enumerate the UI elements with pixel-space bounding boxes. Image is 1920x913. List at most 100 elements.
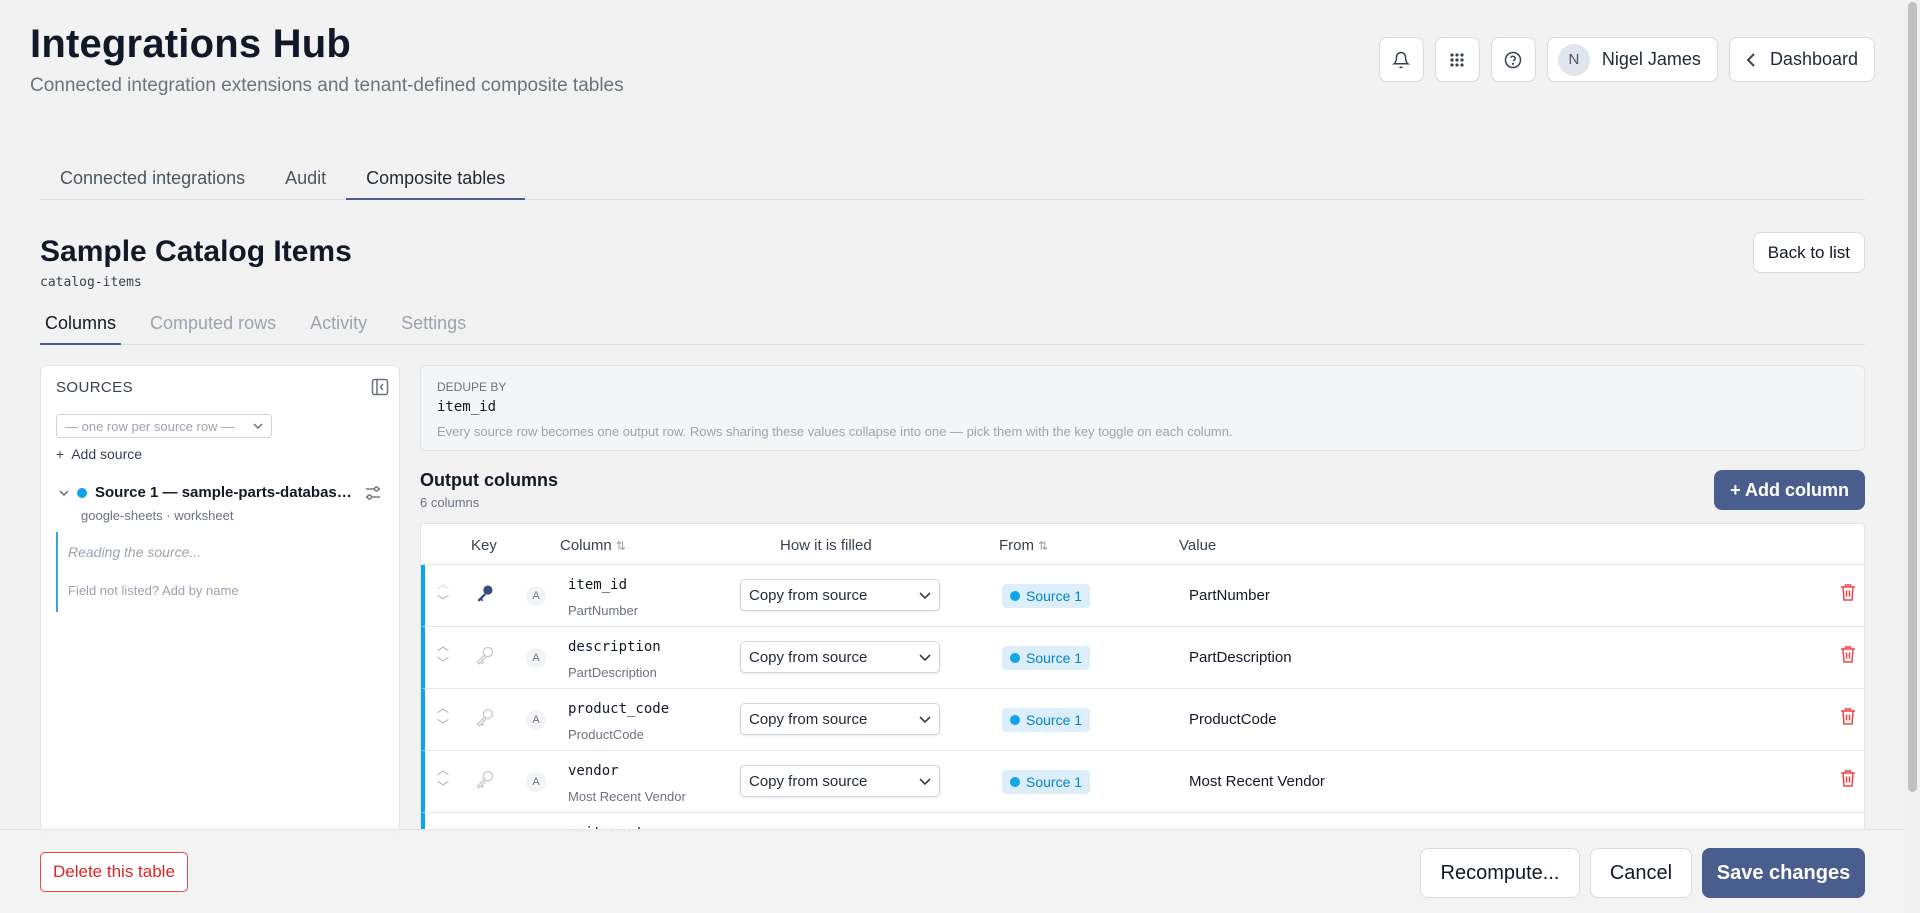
from-source-chip[interactable]: Source 1 — [1002, 770, 1091, 794]
row-mode-select[interactable]: — one row per source row — — [56, 414, 272, 438]
cancel-button[interactable]: Cancel — [1590, 848, 1692, 898]
source-color-dot — [1010, 715, 1020, 725]
add-column-button[interactable]: + Add column — [1714, 470, 1865, 510]
delete-column-button[interactable] — [1840, 583, 1856, 606]
fill-method-value: Copy from source — [749, 586, 868, 604]
trash-icon — [1841, 770, 1855, 787]
column-value[interactable]: PartNumber — [1189, 587, 1270, 604]
type-badge[interactable]: A — [526, 710, 546, 730]
bell-icon — [1392, 51, 1411, 68]
dedupe-box: DEDUPE BY item_id Every source row becom… — [420, 365, 1865, 451]
key-toggle[interactable] — [475, 769, 495, 789]
chevron-down-icon[interactable]: ﹀ — [437, 779, 449, 796]
column-name[interactable]: vendor — [568, 763, 619, 779]
add-source-button[interactable]: + Add source — [56, 446, 142, 462]
from-source-label: Source 1 — [1026, 588, 1083, 604]
type-badge[interactable]: A — [526, 648, 546, 668]
source-item[interactable]: Source 1 — sample-parts-database · works… — [59, 484, 389, 501]
table-row: ︿ ﹀ A product_code ProductCode Copy from… — [421, 689, 1864, 751]
reorder-arrows[interactable]: ︿ ﹀ — [437, 638, 449, 672]
chevron-down-icon[interactable]: ﹀ — [437, 655, 449, 672]
column-name[interactable]: item_id — [568, 577, 627, 593]
chevron-down-icon[interactable]: ﹀ — [437, 717, 449, 734]
fill-method-select[interactable]: Copy from source — [740, 579, 940, 611]
app-title: Integrations Hub — [30, 22, 351, 66]
column-name[interactable]: description — [568, 639, 661, 655]
source-color-dot — [77, 487, 87, 498]
output-columns-count: 6 columns — [420, 495, 480, 510]
fill-method-select[interactable]: Copy from source — [740, 703, 940, 735]
dedupe-help: Every source row becomes one output row.… — [437, 424, 1233, 439]
source-fields-bar — [56, 532, 58, 612]
type-badge[interactable]: A — [526, 586, 546, 606]
chevron-down-icon — [253, 423, 263, 429]
tab-composite-tables[interactable]: Composite tables — [346, 158, 526, 200]
chevron-down-icon[interactable] — [59, 489, 69, 496]
help-icon — [1505, 51, 1522, 68]
chevron-up-icon[interactable]: ︿ — [437, 576, 449, 593]
trash-icon — [1841, 646, 1855, 663]
notifications-button[interactable] — [1378, 37, 1424, 82]
chevron-up-icon[interactable]: ︿ — [437, 762, 449, 779]
from-source-chip[interactable]: Source 1 — [1002, 584, 1091, 608]
reorder-arrows[interactable]: ︿ ﹀ — [437, 762, 449, 796]
key-icon — [476, 708, 494, 727]
footer-action-bar: Delete this table Recompute... Cancel Sa… — [0, 829, 1905, 913]
column-name[interactable]: product_code — [568, 701, 669, 717]
sort-icon: ⇅ — [615, 539, 626, 553]
fill-method-select[interactable]: Copy from source — [740, 641, 940, 673]
collapse-panel-icon[interactable] — [371, 378, 389, 401]
from-source-chip[interactable]: Source 1 — [1002, 646, 1091, 670]
grid-icon — [1450, 52, 1464, 67]
column-value[interactable]: Most Recent Vendor — [1189, 773, 1325, 790]
delete-column-button[interactable] — [1840, 769, 1856, 792]
chevron-up-icon[interactable]: ︿ — [437, 638, 449, 655]
header-from[interactable]: From ⇅ — [999, 537, 1048, 554]
chevron-down-icon — [919, 653, 931, 661]
tab-activity[interactable]: Activity — [305, 310, 372, 345]
type-badge[interactable]: A — [526, 772, 546, 792]
column-value[interactable]: PartDescription — [1189, 649, 1292, 666]
delete-column-button[interactable] — [1840, 645, 1856, 668]
chevron-up-icon[interactable]: ︿ — [437, 700, 449, 717]
from-source-chip[interactable]: Source 1 — [1002, 708, 1091, 732]
recompute-button[interactable]: Recompute... — [1420, 848, 1580, 898]
header-key: Key — [471, 537, 497, 554]
add-field-by-name-link[interactable]: Field not listed? Add by name — [68, 583, 239, 598]
tab-columns[interactable]: Columns — [40, 310, 122, 345]
delete-column-button[interactable] — [1840, 707, 1856, 730]
delete-table-button[interactable]: Delete this table — [40, 852, 188, 892]
page-scrollbar[interactable] — [1905, 0, 1920, 913]
user-name: Nigel James — [1601, 49, 1701, 69]
tab-audit[interactable]: Audit — [265, 158, 346, 200]
help-button[interactable] — [1490, 37, 1536, 82]
main-tabs: Connected integrations Audit Composite t… — [40, 158, 1865, 200]
back-to-list-button[interactable]: Back to list — [1752, 232, 1865, 273]
sources-title: SOURCES — [56, 379, 133, 396]
fill-method-select[interactable]: Copy from source — [740, 765, 940, 797]
tab-computed-rows[interactable]: Computed rows — [145, 310, 281, 345]
dedupe-label: DEDUPE BY — [437, 380, 507, 394]
key-toggle[interactable] — [475, 707, 495, 727]
tab-settings[interactable]: Settings — [396, 310, 471, 345]
tab-connected-integrations[interactable]: Connected integrations — [40, 158, 265, 200]
app-subtitle: Connected integration extensions and ten… — [30, 75, 624, 96]
user-menu-button[interactable]: N Nigel James — [1546, 37, 1718, 82]
settings-sliders-icon[interactable] — [365, 485, 381, 501]
key-toggle[interactable] — [475, 583, 495, 603]
reorder-arrows[interactable]: ︿ ﹀ — [437, 700, 449, 734]
reorder-arrows[interactable]: ︿ ﹀ — [437, 576, 449, 610]
key-toggle[interactable] — [475, 645, 495, 665]
table-slug: catalog-items — [40, 275, 142, 290]
page-header: Integrations Hub Connected integration e… — [30, 22, 624, 97]
save-changes-button[interactable]: Save changes — [1702, 848, 1865, 898]
column-value[interactable]: ProductCode — [1189, 711, 1277, 728]
add-source-label: Add source — [71, 446, 143, 462]
dashboard-button[interactable]: Dashboard — [1728, 37, 1875, 82]
chevron-down-icon[interactable]: ﹀ — [437, 593, 449, 610]
row-mode-value: — one row per source row — — [65, 418, 235, 434]
source-color-dot — [1010, 591, 1020, 601]
apps-button[interactable] — [1434, 37, 1480, 82]
scrollbar-thumb[interactable] — [1908, 2, 1917, 792]
header-column[interactable]: Column ⇅ — [560, 537, 626, 554]
